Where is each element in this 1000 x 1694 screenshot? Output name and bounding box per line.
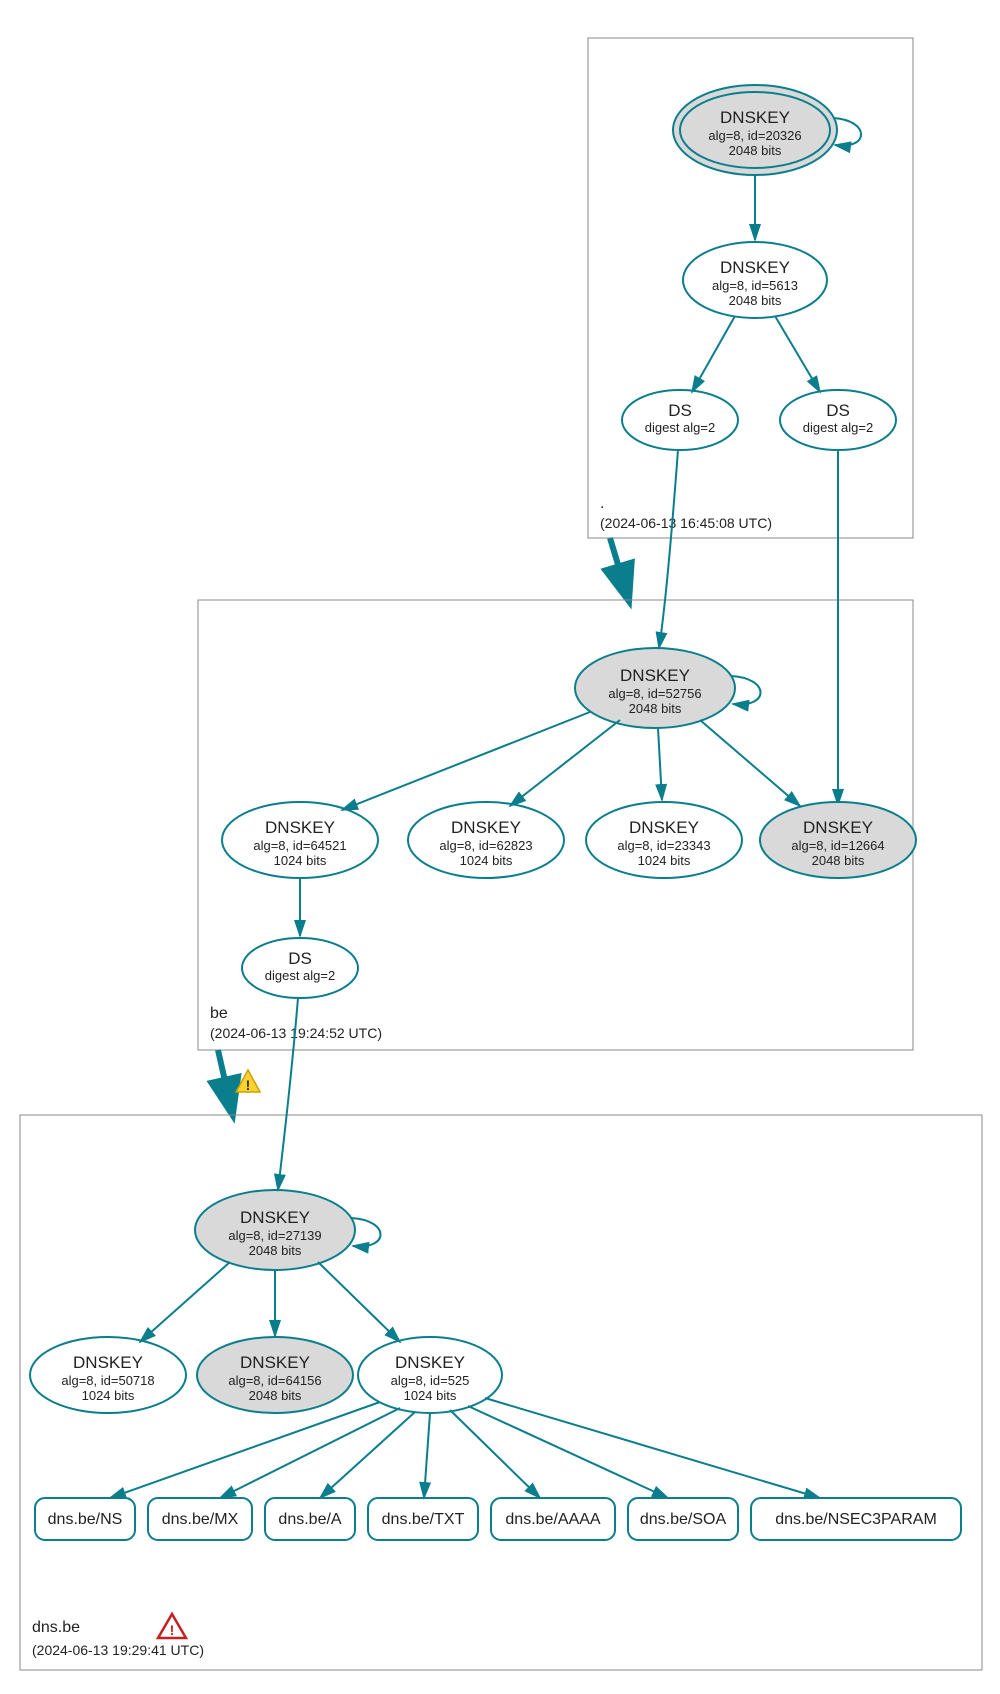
- zone-root-name: .: [600, 495, 604, 512]
- svg-text:DS: DS: [668, 401, 692, 420]
- edge-k3-nsec: [485, 1398, 820, 1498]
- zone-dnsbe: dns.be (2024-06-13 19:29:41 UTC) ! DNSKE…: [20, 998, 982, 1670]
- node-dns-k1: DNSKEY alg=8, id=50718 1024 bits: [30, 1337, 186, 1413]
- record-txt: dns.be/TXT: [368, 1498, 478, 1540]
- svg-text:1024 bits: 1024 bits: [82, 1388, 135, 1403]
- svg-text:DNSKEY: DNSKEY: [240, 1353, 310, 1372]
- svg-text:digest alg=2: digest alg=2: [645, 420, 715, 435]
- record-a: dns.be/A: [265, 1498, 355, 1540]
- svg-text:DNSKEY: DNSKEY: [720, 258, 790, 277]
- svg-text:dns.be/TXT: dns.be/TXT: [382, 1511, 465, 1528]
- edge-dnsksk-k3: [318, 1262, 400, 1342]
- svg-text:alg=8, id=62823: alg=8, id=62823: [439, 838, 532, 853]
- svg-text:alg=8, id=64521: alg=8, id=64521: [253, 838, 346, 853]
- svg-text:alg=8, id=64156: alg=8, id=64156: [228, 1373, 321, 1388]
- svg-text:1024 bits: 1024 bits: [638, 853, 691, 868]
- node-dns-ksk: DNSKEY alg=8, id=27139 2048 bits: [195, 1190, 355, 1270]
- edge-beksk-k1: [342, 712, 590, 810]
- node-dns-k2: DNSKEY alg=8, id=64156 2048 bits: [197, 1337, 353, 1413]
- edge-beksk-k2: [510, 720, 620, 806]
- svg-text:DNSKEY: DNSKEY: [265, 818, 335, 837]
- zone-root-date: (2024-06-13 16:45:08 UTC): [600, 515, 772, 531]
- svg-text:1024 bits: 1024 bits: [404, 1388, 457, 1403]
- record-mx: dns.be/MX: [148, 1498, 252, 1540]
- edge-k3-txt: [424, 1413, 430, 1498]
- svg-text:!: !: [246, 1077, 251, 1093]
- svg-text:DS: DS: [288, 949, 312, 968]
- svg-text:alg=8, id=5613: alg=8, id=5613: [712, 278, 798, 293]
- zone-dnsbe-date: (2024-06-13 19:29:41 UTC): [32, 1642, 204, 1658]
- svg-text:alg=8, id=12664: alg=8, id=12664: [791, 838, 884, 853]
- node-be-ds: DS digest alg=2: [242, 938, 358, 998]
- edge-dnsksk-k1: [140, 1262, 230, 1342]
- error-icon: !: [158, 1614, 186, 1638]
- svg-text:2048 bits: 2048 bits: [729, 143, 782, 158]
- svg-text:alg=8, id=50718: alg=8, id=50718: [61, 1373, 154, 1388]
- svg-text:DNSKEY: DNSKEY: [240, 1208, 310, 1227]
- edge-k3-mx: [220, 1408, 400, 1498]
- svg-text:1024 bits: 1024 bits: [460, 853, 513, 868]
- svg-text:alg=8, id=23343: alg=8, id=23343: [617, 838, 710, 853]
- svg-text:DS: DS: [826, 401, 850, 420]
- zone-be-name: be: [210, 1005, 228, 1022]
- node-be-k4: DNSKEY alg=8, id=12664 2048 bits: [760, 802, 916, 878]
- svg-text:!: !: [170, 1622, 175, 1638]
- svg-text:alg=8, id=52756: alg=8, id=52756: [608, 686, 701, 701]
- edge-beksk-k3: [658, 728, 662, 800]
- node-be-k1: DNSKEY alg=8, id=64521 1024 bits: [222, 802, 378, 878]
- zone-dnsbe-name: dns.be: [32, 1619, 80, 1636]
- record-nsec3param: dns.be/NSEC3PARAM: [751, 1498, 961, 1540]
- svg-text:2048 bits: 2048 bits: [812, 853, 865, 868]
- svg-text:alg=8, id=20326: alg=8, id=20326: [708, 128, 801, 143]
- svg-text:DNSKEY: DNSKEY: [451, 818, 521, 837]
- svg-text:dns.be/A: dns.be/A: [278, 1511, 341, 1528]
- svg-text:dns.be/MX: dns.be/MX: [162, 1511, 239, 1528]
- edge-root-zsk-ds1: [692, 316, 735, 392]
- record-aaaa: dns.be/AAAA: [491, 1498, 615, 1540]
- edge-beksk-k4: [700, 720, 800, 806]
- edge-k3-ns: [110, 1402, 380, 1498]
- svg-text:dns.be/NSEC3PARAM: dns.be/NSEC3PARAM: [775, 1511, 937, 1528]
- edge-k3-soa: [468, 1406, 668, 1498]
- warning-icon: !: [236, 1070, 260, 1093]
- svg-text:alg=8, id=525: alg=8, id=525: [391, 1373, 470, 1388]
- record-soa: dns.be/SOA: [628, 1498, 738, 1540]
- svg-text:dns.be/NS: dns.be/NS: [48, 1511, 123, 1528]
- node-be-ksk: DNSKEY alg=8, id=52756 2048 bits: [575, 648, 735, 728]
- node-be-k3: DNSKEY alg=8, id=23343 1024 bits: [586, 802, 742, 878]
- svg-text:2048 bits: 2048 bits: [249, 1243, 302, 1258]
- node-be-k2: DNSKEY alg=8, id=62823 1024 bits: [408, 802, 564, 878]
- node-root-ds1: DS digest alg=2: [622, 390, 738, 450]
- svg-text:1024 bits: 1024 bits: [274, 853, 327, 868]
- node-root-zsk: DNSKEY alg=8, id=5613 2048 bits: [683, 242, 827, 318]
- svg-text:DNSKEY: DNSKEY: [620, 666, 690, 685]
- node-root-ds2: DS digest alg=2: [780, 390, 896, 450]
- svg-text:DNSKEY: DNSKEY: [720, 108, 790, 127]
- edge-ds1-beksk: [659, 450, 678, 648]
- dnssec-graph: . (2024-06-13 16:45:08 UTC) DNSKEY alg=8…: [0, 0, 1000, 1694]
- svg-text:2048 bits: 2048 bits: [249, 1388, 302, 1403]
- edge-deleg-root-be: [610, 538, 628, 598]
- svg-text:alg=8, id=27139: alg=8, id=27139: [228, 1228, 321, 1243]
- svg-text:DNSKEY: DNSKEY: [73, 1353, 143, 1372]
- svg-text:DNSKEY: DNSKEY: [803, 818, 873, 837]
- node-root-ksk: DNSKEY alg=8, id=20326 2048 bits: [673, 85, 837, 175]
- edge-root-zsk-ds2: [775, 316, 820, 392]
- edge-k3-aaaa: [450, 1410, 540, 1498]
- svg-text:dns.be/AAAA: dns.be/AAAA: [505, 1511, 601, 1528]
- svg-text:2048 bits: 2048 bits: [629, 701, 682, 716]
- svg-text:digest alg=2: digest alg=2: [265, 968, 335, 983]
- svg-text:digest alg=2: digest alg=2: [803, 420, 873, 435]
- svg-text:2048 bits: 2048 bits: [729, 293, 782, 308]
- record-ns: dns.be/NS: [35, 1498, 135, 1540]
- svg-text:dns.be/SOA: dns.be/SOA: [640, 1511, 727, 1528]
- edge-deleg-be-dnsbe: [218, 1050, 232, 1112]
- zone-be: be (2024-06-13 19:24:52 UTC) DNSKEY alg=…: [198, 450, 916, 1050]
- svg-text:DNSKEY: DNSKEY: [395, 1353, 465, 1372]
- svg-text:DNSKEY: DNSKEY: [629, 818, 699, 837]
- zone-root: . (2024-06-13 16:45:08 UTC) DNSKEY alg=8…: [588, 38, 913, 538]
